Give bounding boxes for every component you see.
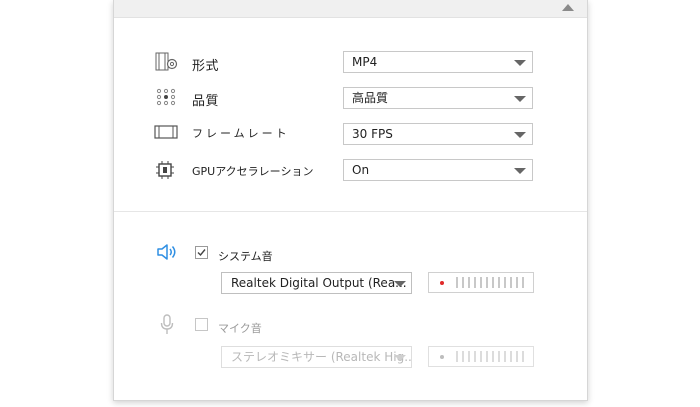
recording-settings-panel: 形式 MP4 品質 高品質 フレームレート 30 FPS GPUアクセラレーショ… — [113, 0, 588, 401]
mic-label: マイク音 — [218, 322, 262, 335]
mic-device-select[interactable]: ステレオミキサー (Realtek Hig... — [221, 346, 412, 368]
system-sound-checkbox[interactable] — [195, 246, 208, 259]
quality-label: 品質 — [192, 94, 220, 109]
checkmark-icon — [197, 249, 206, 257]
system-device-dropdown-arrow-icon — [394, 281, 406, 287]
gpu-label: GPUアクセラレーション — [192, 165, 314, 178]
gpu-dropdown-arrow-icon — [514, 168, 526, 174]
system-sound-level-meter — [428, 272, 534, 293]
section-divider — [114, 211, 587, 212]
framerate-value: 30 FPS — [352, 127, 393, 141]
format-dropdown-arrow-icon — [514, 60, 526, 66]
mic-checkbox[interactable] — [195, 318, 208, 331]
system-sound-speaker-icon — [157, 244, 176, 260]
mic-level-meter — [428, 346, 534, 367]
gpu-select[interactable]: On — [343, 159, 533, 181]
meter-active-dot-icon — [440, 281, 444, 285]
meter-bars — [456, 277, 528, 288]
format-value: MP4 — [352, 55, 378, 69]
quality-dropdown-arrow-icon — [514, 96, 526, 102]
format-label: 形式 — [192, 59, 220, 74]
mic-device-value: ステレオミキサー (Realtek Hig... — [231, 350, 412, 364]
meter-inactive-dot-icon — [440, 355, 444, 359]
mic-microphone-icon — [160, 314, 174, 334]
meter-bars — [456, 351, 528, 362]
framerate-film-strip-icon — [154, 125, 178, 139]
system-sound-device-select[interactable]: Realtek Digital Output (Rea... — [221, 272, 412, 294]
system-sound-label: システム音 — [218, 250, 273, 263]
framerate-dropdown-arrow-icon — [514, 132, 526, 138]
quality-dots-grid-icon — [156, 88, 176, 106]
system-sound-device-value: Realtek Digital Output (Rea... — [231, 276, 407, 290]
quality-select[interactable]: 高品質 — [343, 87, 533, 109]
format-film-gear-icon — [155, 52, 178, 71]
framerate-label: フレームレート — [192, 127, 290, 140]
collapse-triangle-icon[interactable] — [562, 4, 574, 11]
gpu-chip-icon — [156, 161, 174, 179]
mic-device-dropdown-arrow-icon — [394, 355, 406, 361]
gpu-value: On — [352, 163, 370, 177]
format-select[interactable]: MP4 — [343, 51, 533, 73]
framerate-select[interactable]: 30 FPS — [343, 123, 533, 145]
quality-value: 高品質 — [352, 91, 389, 105]
panel-header-bar — [114, 0, 587, 18]
